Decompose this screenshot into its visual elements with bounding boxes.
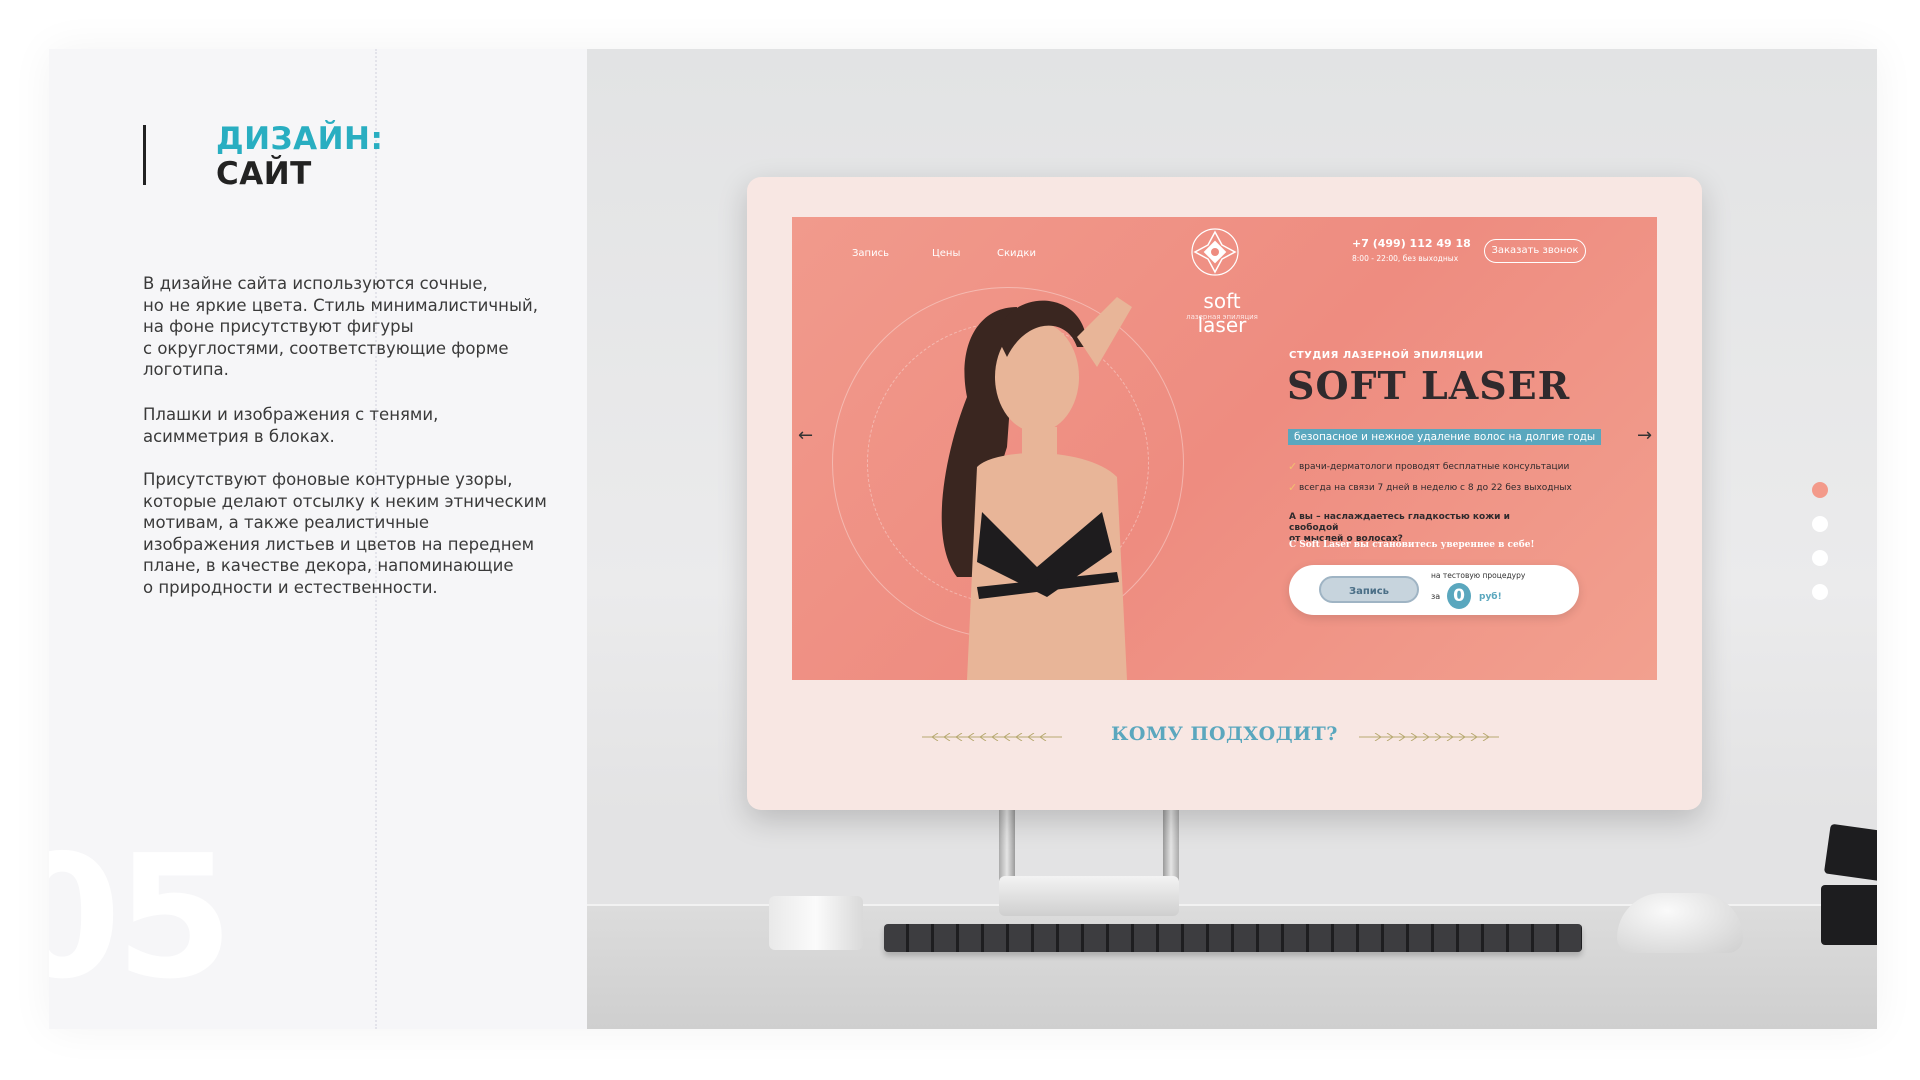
hero-tagline: безопасное и нежное удаление волос на до… xyxy=(1288,429,1602,445)
book-stack xyxy=(1821,823,1877,959)
model-photo xyxy=(941,297,1132,680)
slider-next-arrow[interactable]: → xyxy=(1637,425,1652,446)
price-badge: 0 xyxy=(1447,583,1471,609)
pagination-dot[interactable] xyxy=(1812,584,1828,600)
speaker-cylinder xyxy=(769,896,863,950)
nav-link-discounts[interactable]: Скидки xyxy=(997,248,1036,259)
text-line: на фоне присутствуют фигуры xyxy=(143,317,414,336)
currency-label: руб! xyxy=(1479,592,1502,602)
lotus-logo-icon xyxy=(1191,228,1239,276)
leaf-sprig-right-icon xyxy=(1359,733,1499,741)
working-hours: 8:00 - 22:00, без выходных xyxy=(1352,254,1459,263)
keyboard xyxy=(884,924,1582,952)
mockup-photo: Запись Цены Скидки soft laser лазерная э… xyxy=(587,49,1877,1029)
signup-panel: Запись на тестовую процедуру за 0 руб! xyxy=(1289,565,1579,615)
text-line: Присутствуют фоновые контурные узоры, xyxy=(143,470,513,489)
signup-button[interactable]: Запись xyxy=(1319,576,1419,603)
text-line: изображения листьев и цветов на переднем xyxy=(143,534,535,554)
check-icon: ✓ xyxy=(1288,481,1298,494)
slider-prev-arrow[interactable]: ← xyxy=(798,425,813,446)
text-line: Плашки и изображения с тенями, xyxy=(143,405,439,424)
title-accent-bar xyxy=(143,125,146,185)
hero-brand-title: SOFT LASER xyxy=(1287,363,1571,408)
text-line: плане, в качестве декора, напоминающие xyxy=(143,556,514,575)
section-title: КОМУ ПОДХОДИТ? xyxy=(1111,723,1338,745)
title-line-1: ДИЗАЙН: xyxy=(216,121,384,157)
text-line: В дизайне сайта используются сочные, xyxy=(143,274,488,293)
logo-subtitle: лазерная эпиляция xyxy=(1186,313,1258,321)
feature-item: всегда на связи 7 дней в неделю с 8 до 2… xyxy=(1299,483,1572,493)
monitor-screen: Запись Цены Скидки soft laser лазерная э… xyxy=(747,177,1702,810)
request-call-button[interactable]: Заказать звонок xyxy=(1484,239,1586,263)
text-line: логотипа. xyxy=(143,360,229,379)
pagination-dot[interactable] xyxy=(1812,516,1828,532)
left-panel: ДИЗАЙН: САЙТ В дизайне сайта используютс… xyxy=(49,49,587,1029)
text-line: с округлостями, соответствующие форме xyxy=(143,338,509,358)
confidence-text: С Soft Laser вы становитесь увереннее в … xyxy=(1289,540,1535,550)
monitor-stand xyxy=(999,806,1179,916)
paragraph-3: Присутствуют фоновые контурные узоры, ко… xyxy=(143,469,563,598)
text-line: о природности и естественности. xyxy=(143,577,438,597)
text-line: которые делают отсылку к неким этнически… xyxy=(143,491,547,511)
feature-item: врачи-дерматологи проводят бесплатные ко… xyxy=(1299,462,1570,472)
pagination-dot-active[interactable] xyxy=(1812,482,1828,498)
nav-link-signup[interactable]: Запись xyxy=(852,248,889,259)
question-line-1: А вы – наслаждаетесь гладкостью кожи и с… xyxy=(1289,512,1510,533)
paragraph-2: Плашки и изображения с тенями, асимметри… xyxy=(143,404,563,447)
page-number: 05 xyxy=(49,819,234,1017)
paragraph-1: В дизайне сайта используются сочные, но … xyxy=(143,273,563,381)
mouse xyxy=(1617,893,1743,953)
title-line-2: САЙТ xyxy=(216,156,312,192)
test-procedure-text: на тестовую процедуру xyxy=(1431,571,1526,580)
nav-link-prices[interactable]: Цены xyxy=(932,248,960,259)
studio-label: СТУДИЯ ЛАЗЕРНОЙ ЭПИЛЯЦИИ xyxy=(1289,350,1484,361)
price-prefix: за xyxy=(1431,592,1441,601)
text-line: мотивам, а также реалистичные xyxy=(143,513,430,532)
slide-pagination xyxy=(1812,482,1828,618)
website-hero: Запись Цены Скидки soft laser лазерная э… xyxy=(792,217,1657,680)
phone-number[interactable]: +7 (499) 112 49 18 xyxy=(1352,237,1471,250)
text-line: асимметрия в блоках. xyxy=(143,426,335,446)
pagination-dot[interactable] xyxy=(1812,550,1828,566)
text-line: но не яркие цвета. Стиль минималистичный… xyxy=(143,295,538,315)
presentation-slide: ДИЗАЙН: САЙТ В дизайне сайта используютс… xyxy=(49,49,1877,1029)
check-icon: ✓ xyxy=(1288,460,1298,473)
